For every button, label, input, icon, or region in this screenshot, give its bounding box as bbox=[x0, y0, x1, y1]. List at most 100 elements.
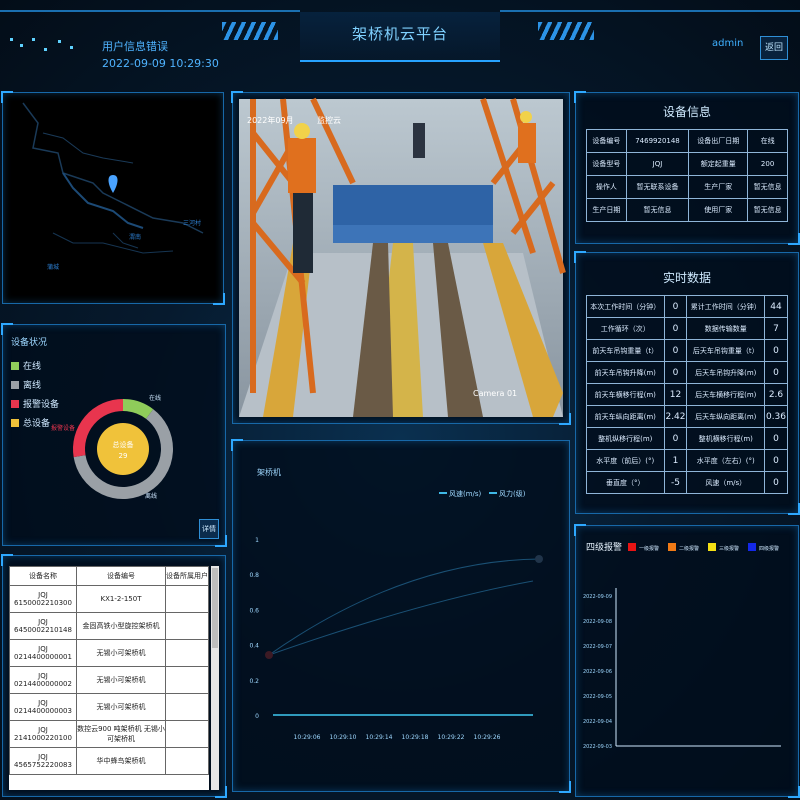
realtime-row: 工作循环（次） 0 数据传输数量 7 bbox=[586, 317, 788, 340]
device-info-row: 操作人 暂无联系设备 生产厂家 暂无信息 bbox=[586, 175, 788, 199]
list-header-row: 设备名称 设备编号 设备所属用户 bbox=[9, 566, 209, 586]
realtime-row: 水平度（前后）(°) 1 水平度（左右）(°) 0 bbox=[586, 449, 788, 472]
y-tick-label: 0.8 bbox=[249, 572, 259, 579]
list-cell bbox=[164, 612, 209, 640]
list-scroll-thumb[interactable] bbox=[212, 568, 218, 648]
list-cell bbox=[164, 666, 209, 694]
realtime-cell: 水平度（左右）(°) bbox=[686, 449, 765, 472]
realtime-row: 前天车吊钩重量（t） 0 后天车吊钩重量（t） 0 bbox=[586, 339, 788, 362]
map-label-2: 三河村 bbox=[183, 219, 201, 227]
legend-swatch bbox=[628, 543, 636, 551]
table-row[interactable]: JQJ 6450002210148 金固高铁小型旋控架桥机 bbox=[9, 612, 209, 640]
realtime-cell: 0 bbox=[663, 427, 688, 450]
header-dots-left bbox=[10, 36, 90, 60]
map[interactable]: 渭南 三河村 蒲城 bbox=[3, 93, 223, 303]
network-arc bbox=[268, 558, 540, 656]
realtime-cell: 0.36 bbox=[764, 405, 788, 428]
list-scrollbar[interactable] bbox=[211, 566, 219, 790]
y-tick-label: 0.2 bbox=[249, 678, 259, 685]
details-button[interactable]: 详情 bbox=[199, 519, 219, 539]
map-node bbox=[535, 555, 543, 563]
back-button[interactable]: 返回 bbox=[760, 36, 788, 60]
legend-label: 三级报警 bbox=[719, 545, 739, 552]
realtime-table: 本次工作时间（分钟） 0 累计工作时间（分钟） 44 工作循环（次） 0 数据传输数量 7 前天… bbox=[586, 295, 788, 494]
user-info: 用户信息错误 2022-09-09 10:29:30 bbox=[102, 38, 219, 72]
y-tick-label: 2022-09-09 bbox=[583, 594, 612, 600]
map-panel[interactable]: 渭南 三河村 蒲城 bbox=[1, 91, 225, 305]
realtime-cell: 0 bbox=[663, 361, 688, 384]
legend-label: 在线 bbox=[23, 362, 42, 372]
ring-label-alarm: 报警设备 bbox=[51, 425, 76, 432]
legend-swatch bbox=[11, 399, 19, 408]
table-row[interactable]: JQJ 2141000220100 数控云900 吨架桥机 无锡小可架桥机 bbox=[9, 720, 209, 748]
alarm-title: 四级报警 bbox=[586, 541, 622, 553]
device-info-row: 设备编号 7469920148 设备出厂日期 在线 bbox=[586, 129, 788, 153]
legend-swatch bbox=[11, 380, 19, 389]
wind-chart-panel: 架桥机 风速(m/s) 风力(级) 0 0.2 0.4 0.6 0.8 1 10:29:06 10:… bbox=[231, 439, 571, 793]
list-cell bbox=[164, 693, 209, 721]
list-cell: 无锡小可架桥机 bbox=[76, 639, 166, 667]
admin-label[interactable]: admin bbox=[712, 38, 743, 49]
realtime-cell: 44 bbox=[764, 295, 788, 318]
list-cell: JQJ 2141000220100 bbox=[9, 720, 77, 748]
header-datetime: 2022-09-09 10:29:30 bbox=[102, 57, 219, 70]
list-cell: JQJ 0214400000001 bbox=[9, 639, 77, 667]
legend-swatch bbox=[748, 543, 756, 551]
status-legend-item: 报警设备 bbox=[11, 397, 59, 410]
list-cell: 华中蜂鸟架桥机 bbox=[76, 747, 166, 775]
y-tick-label: 2022-09-08 bbox=[583, 619, 612, 625]
map-pin-icon[interactable] bbox=[108, 175, 118, 193]
camera-feed[interactable] bbox=[233, 93, 569, 423]
map-node bbox=[265, 651, 273, 659]
list-cell: 数控云900 吨架桥机 无锡小可架桥机 bbox=[76, 720, 166, 748]
status-legend-item: 离线 bbox=[11, 378, 59, 391]
x-tick-label: 10:29:22 bbox=[438, 734, 465, 741]
device-info-cell: 设备出厂日期 bbox=[688, 129, 749, 153]
chart-title: 架桥机 bbox=[257, 467, 281, 477]
device-info-cell: 200 bbox=[747, 152, 788, 176]
realtime-cell: 前天车纵向距离(m) bbox=[586, 405, 665, 428]
table-row[interactable]: JQJ 0214400000002 无锡小可架桥机 bbox=[9, 666, 209, 694]
realtime-cell: 0 bbox=[663, 339, 688, 362]
device-info-cell: 暂无信息 bbox=[747, 198, 788, 222]
device-list-wrap[interactable]: 设备名称 设备编号 设备所属用户 JQJ 6150002210300 KX1-2-150… bbox=[9, 566, 209, 790]
legend-label: 四级报警 bbox=[759, 545, 779, 552]
y-tick-label: 2022-09-06 bbox=[583, 669, 612, 675]
device-info-cell: 7469920148 bbox=[625, 129, 690, 153]
video-panel[interactable]: 2022年09月 监控云 Camera 01 bbox=[231, 91, 571, 425]
realtime-cell: 本次工作时间（分钟） bbox=[586, 295, 665, 318]
y-tick-label: 0.4 bbox=[249, 643, 259, 650]
realtime-cell: 0 bbox=[764, 471, 788, 494]
list-cell bbox=[164, 585, 209, 613]
table-row[interactable]: JQJ 4565752220083 华中蜂鸟架桥机 bbox=[9, 747, 209, 775]
alarm-panel: 四级报警 一级报警 二级报警 三级报警 四级报警 2022-09-09 2022-09-08… bbox=[574, 524, 800, 798]
donut-center-value: 29 bbox=[119, 452, 128, 460]
realtime-cell: 12 bbox=[663, 383, 688, 406]
table-row[interactable]: JQJ 0214400000001 无锡小可架桥机 bbox=[9, 639, 209, 667]
y-tick-label: 0 bbox=[255, 713, 259, 720]
legend-label: 总设备 bbox=[23, 419, 51, 429]
realtime-cell: 工作循环（次） bbox=[586, 317, 665, 340]
table-row[interactable]: JQJ 6150002210300 KX1-2-150T bbox=[9, 585, 209, 613]
legend-swatch bbox=[708, 543, 716, 551]
table-row[interactable]: JQJ 0214400000003 无锡小可架桥机 bbox=[9, 693, 209, 721]
realtime-cell: 后天车纵向距离(m) bbox=[686, 405, 765, 428]
realtime-cell: 2.42 bbox=[663, 405, 688, 428]
realtime-cell: 水平度（前后）(°) bbox=[586, 449, 665, 472]
network-arc bbox=[268, 580, 534, 656]
alarm-chart: 四级报警 一级报警 二级报警 三级报警 四级报警 2022-09-09 2022-09-08… bbox=[583, 541, 781, 750]
x-tick-label: 10:29:06 bbox=[294, 734, 321, 741]
list-cell: 金固高铁小型旋控架桥机 bbox=[76, 612, 166, 640]
realtime-cell: 后天车吊钩重量（t） bbox=[686, 339, 765, 362]
x-tick-label: 10:29:14 bbox=[366, 734, 393, 741]
realtime-cell: -5 bbox=[663, 471, 688, 494]
device-info-cell: 设备型号 bbox=[586, 152, 627, 176]
list-header-cell: 设备所属用户 bbox=[164, 566, 209, 586]
list-cell: JQJ 0214400000003 bbox=[9, 693, 77, 721]
device-info-cell: 使用厂家 bbox=[688, 198, 749, 222]
video-title: 监控云 bbox=[317, 116, 341, 125]
y-tick-label: 2022-09-07 bbox=[583, 644, 612, 650]
realtime-row: 前天车吊钩升降(m) 0 后天车吊钩升降(m) 0 bbox=[586, 361, 788, 384]
device-info-cell: 在线 bbox=[747, 129, 788, 153]
list-cell bbox=[164, 720, 209, 748]
